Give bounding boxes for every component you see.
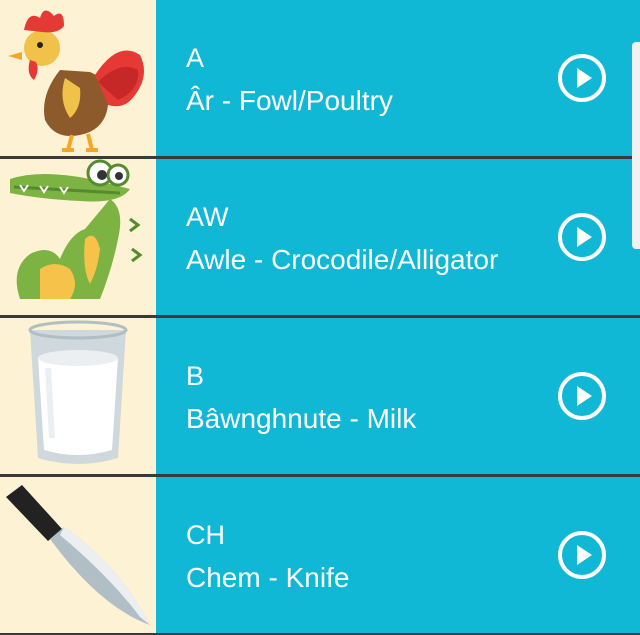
- word-label: Âr - Fowl/Poultry: [186, 85, 393, 116]
- list-item-content[interactable]: AW Awle - Crocodile/Alligator: [156, 159, 640, 315]
- letter-label: CH: [186, 520, 225, 550]
- word-label: Bâwnghnute - Milk: [186, 403, 417, 434]
- play-circle-icon[interactable]: [556, 52, 608, 104]
- list-item[interactable]: A Âr - Fowl/Poultry: [0, 0, 640, 156]
- list-item[interactable]: B Bâwnghnute - Milk: [0, 318, 640, 474]
- scrollbar[interactable]: [632, 42, 640, 249]
- letter-label: AW: [186, 202, 229, 232]
- play-circle-icon[interactable]: [556, 370, 608, 422]
- play-circle-icon[interactable]: [556, 529, 608, 581]
- play-circle-icon[interactable]: [556, 211, 608, 263]
- list-item[interactable]: CH Chem - Knife: [0, 477, 640, 633]
- letter-label: A: [186, 43, 205, 73]
- list-item[interactable]: AW Awle - Crocodile/Alligator: [0, 159, 640, 315]
- letter-label: B: [186, 361, 205, 391]
- glass-of-milk-icon: [0, 318, 156, 474]
- list-item-content[interactable]: A Âr - Fowl/Poultry: [156, 0, 640, 156]
- knife-icon: [0, 477, 156, 633]
- alphabet-list: A Âr - Fowl/Poultry AW Awle - Crocodile/…: [0, 0, 640, 635]
- rooster-icon: [0, 0, 156, 156]
- word-label: Awle - Crocodile/Alligator: [186, 244, 499, 275]
- list-item-content[interactable]: CH Chem - Knife: [156, 477, 640, 633]
- crocodile-icon: [0, 159, 156, 315]
- word-label: Chem - Knife: [186, 562, 350, 593]
- list-item-content[interactable]: B Bâwnghnute - Milk: [156, 318, 640, 474]
